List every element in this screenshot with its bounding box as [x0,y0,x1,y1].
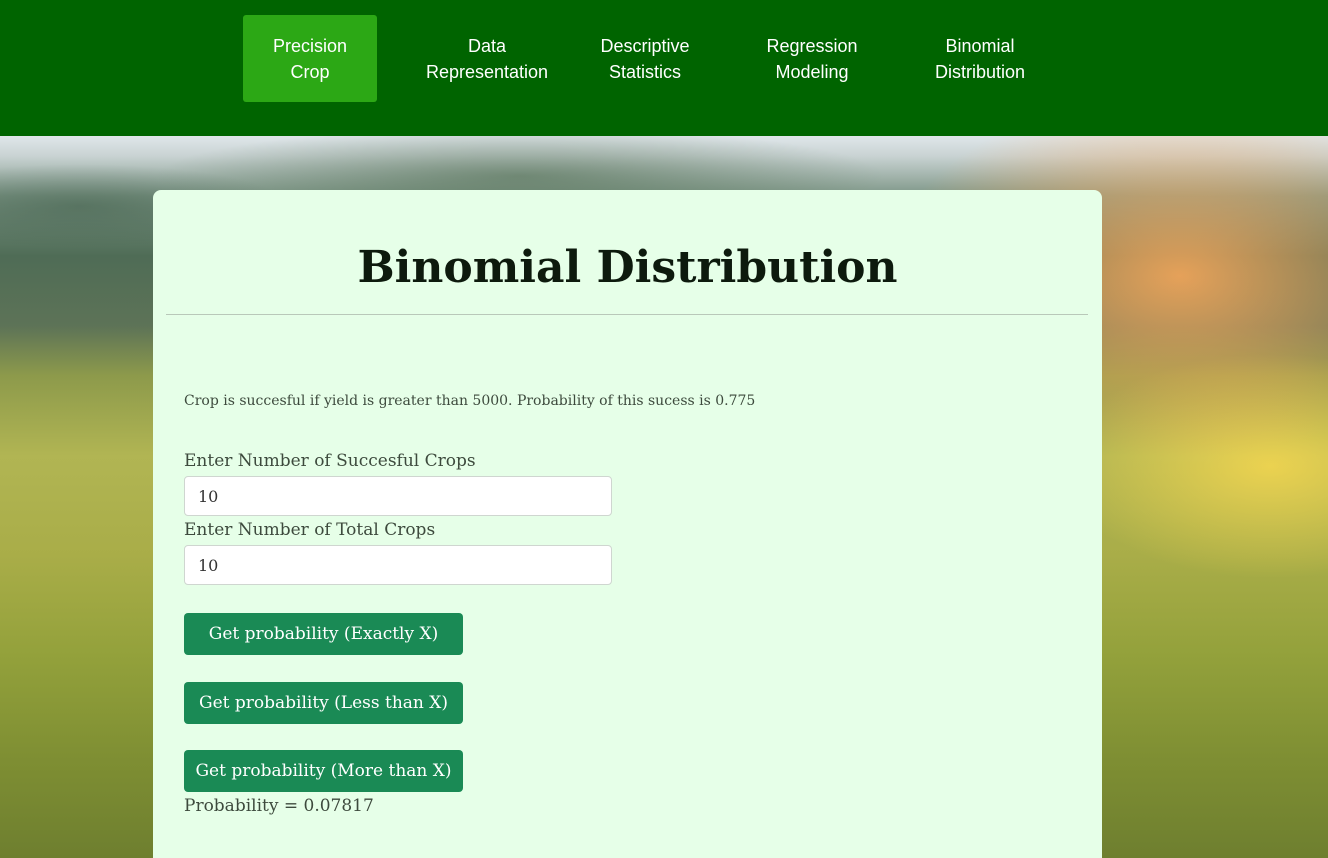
description-text: Crop is succesful if yield is greater th… [184,393,756,409]
get-probability-less-button[interactable]: Get probability (Less than X) [184,682,463,724]
get-probability-more-button[interactable]: Get probability (More than X) [184,750,463,792]
nav-item-regression-modeling[interactable]: Regression Modeling [745,15,879,102]
successful-crops-input[interactable] [184,476,612,516]
nav-item-binomial-distribution[interactable]: Binomial Distribution [913,15,1047,102]
total-crops-input[interactable] [184,545,612,585]
successful-crops-label: Enter Number of Succesful Crops [184,451,476,471]
get-probability-exactly-button[interactable]: Get probability (Exactly X) [184,613,463,655]
title-divider [166,314,1088,315]
page-title: Binomial Distribution [357,242,898,293]
probability-result: Probability = 0.07817 [184,796,374,816]
nav-item-precision-crop[interactable]: Precision Crop [243,15,377,102]
nav-item-descriptive-statistics[interactable]: Descriptive Statistics [578,15,712,102]
top-navbar: Precision Crop Data Representation Descr… [0,0,1328,136]
nav-item-data-representation[interactable]: Data Representation [420,15,554,102]
total-crops-label: Enter Number of Total Crops [184,520,436,540]
